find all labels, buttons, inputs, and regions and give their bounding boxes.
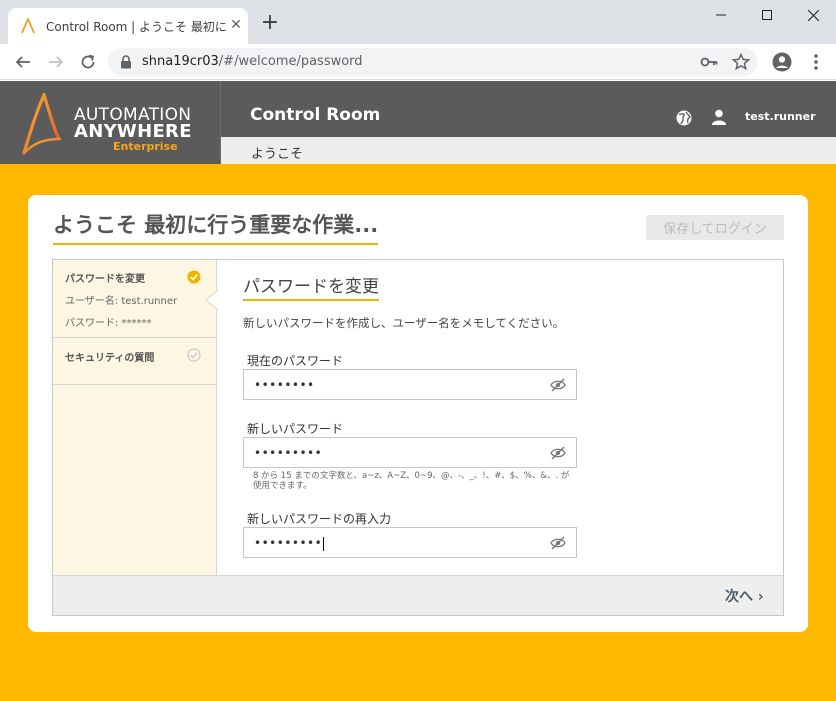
back-button[interactable] bbox=[13, 52, 33, 72]
section-description: 新しいパスワードを作成し、ユーザー名をメモしてください。 bbox=[243, 316, 565, 330]
forward-button[interactable] bbox=[46, 52, 66, 72]
next-button-label: 次へ bbox=[725, 589, 753, 605]
globe-icon[interactable] bbox=[676, 110, 692, 126]
confirm-password-text: ••••••••• bbox=[254, 536, 323, 550]
step-password-line: パスワード: ****** bbox=[65, 318, 152, 329]
step-title: セキュリティの質問 bbox=[65, 353, 155, 364]
app-header: AUTOMATION ANYWHERE Enterprise Control R… bbox=[0, 81, 836, 164]
new-password-label: 新しいパスワード bbox=[247, 422, 344, 436]
page-title: ようこそ 最初に行う重要な作業... bbox=[53, 209, 379, 245]
brand-logo[interactable]: AUTOMATION ANYWHERE Enterprise bbox=[0, 81, 221, 164]
new-tab-button[interactable]: + bbox=[259, 12, 281, 35]
subheader-welcome-label: ようこそ bbox=[251, 147, 304, 162]
username-label[interactable]: test.runner bbox=[745, 110, 816, 123]
tab-title: Control Room | ようこそ 最初に行う重要 bbox=[46, 20, 226, 34]
eye-off-icon[interactable] bbox=[550, 536, 566, 550]
window-close-button[interactable] bbox=[790, 0, 836, 30]
more-vertical-icon[interactable] bbox=[808, 52, 824, 72]
current-password-label: 現在のパスワード bbox=[247, 354, 344, 368]
key-icon[interactable] bbox=[700, 54, 718, 70]
change-password-form: パスワードを変更 新しいパスワードを作成し、ユーザー名をメモしてください。 現在… bbox=[243, 260, 783, 575]
automation-anywhere-favicon-icon bbox=[21, 18, 35, 34]
step-change-password[interactable]: パスワードを変更 ユーザー名: test.runner パスワード: *****… bbox=[53, 260, 217, 338]
url-host: shna19cr03 bbox=[142, 54, 219, 69]
current-password-value: •••••••• bbox=[254, 378, 315, 392]
step-security-questions[interactable]: セキュリティの質問 bbox=[53, 338, 217, 385]
star-icon[interactable] bbox=[732, 53, 750, 71]
wizard-footer: 次へ › bbox=[53, 575, 783, 615]
text-caret bbox=[323, 536, 325, 551]
close-icon bbox=[807, 9, 819, 21]
url-text: shna19cr03/#/welcome/password bbox=[142, 54, 363, 69]
logo-text-edition: Enterprise bbox=[113, 140, 178, 153]
url-path: /#/welcome/password bbox=[218, 54, 363, 69]
check-circle-icon bbox=[187, 348, 201, 362]
setup-wizard: パスワードを変更 ユーザー名: test.runner パスワード: *****… bbox=[52, 259, 784, 616]
eye-off-icon[interactable] bbox=[550, 446, 566, 460]
profile-icon[interactable] bbox=[772, 52, 792, 72]
chevron-right-icon: › bbox=[757, 589, 764, 605]
browser-titlebar: Control Room | ようこそ 最初に行う重要 ✕ + bbox=[0, 0, 836, 44]
minimize-icon bbox=[716, 14, 726, 16]
password-rules-hint: 8 から 15 までの文字数と、a~z、A~Z、0~9、@、-、_、!、#、$、… bbox=[253, 471, 570, 491]
new-password-value: ••••••••• bbox=[254, 446, 323, 460]
section-title: パスワードを変更 bbox=[243, 272, 379, 301]
active-step-pointer bbox=[205, 290, 219, 310]
header-title: Control Room bbox=[250, 105, 381, 125]
next-button[interactable]: 次へ › bbox=[725, 586, 764, 606]
automation-anywhere-logo-icon bbox=[22, 93, 62, 155]
maximize-icon bbox=[762, 10, 772, 20]
save-and-login-button[interactable]: 保存してログイン bbox=[646, 215, 784, 240]
user-icon[interactable] bbox=[712, 109, 726, 125]
confirm-password-field[interactable]: ••••••••• bbox=[243, 527, 577, 558]
tab-close-icon[interactable]: ✕ bbox=[228, 17, 244, 33]
arrow-left-icon bbox=[15, 56, 30, 68]
window-minimize-button[interactable] bbox=[698, 0, 744, 30]
new-password-field[interactable]: ••••••••• bbox=[243, 437, 577, 468]
browser-tab[interactable]: Control Room | ようこそ 最初に行う重要 ✕ bbox=[8, 8, 248, 44]
confirm-password-value: ••••••••• bbox=[254, 536, 325, 551]
step-title: パスワードを変更 bbox=[65, 274, 145, 285]
reload-icon bbox=[81, 54, 95, 69]
window-maximize-button[interactable] bbox=[744, 0, 790, 30]
browser-toolbar: shna19cr03/#/welcome/password bbox=[0, 44, 836, 80]
eye-off-icon[interactable] bbox=[550, 378, 566, 392]
current-password-field[interactable]: •••••••• bbox=[243, 369, 577, 400]
arrow-right-icon bbox=[49, 56, 64, 68]
step-username-line: ユーザー名: test.runner bbox=[65, 296, 178, 307]
logo-text-line2: ANYWHERE bbox=[74, 121, 192, 142]
address-bar[interactable]: shna19cr03/#/welcome/password bbox=[108, 48, 758, 76]
welcome-card: ようこそ 最初に行う重要な作業... 保存してログイン パスワードを変更 ユーザ… bbox=[28, 195, 808, 632]
wizard-steps-sidebar: パスワードを変更 ユーザー名: test.runner パスワード: *****… bbox=[53, 260, 219, 575]
reload-button[interactable] bbox=[78, 52, 98, 72]
confirm-password-label: 新しいパスワードの再入力 bbox=[247, 512, 392, 526]
lock-icon[interactable] bbox=[120, 55, 132, 69]
check-circle-icon bbox=[187, 270, 201, 284]
main-area: ようこそ 最初に行う重要な作業... 保存してログイン パスワードを変更 ユーザ… bbox=[0, 164, 836, 701]
subheader-nav: ようこそ bbox=[221, 137, 836, 164]
